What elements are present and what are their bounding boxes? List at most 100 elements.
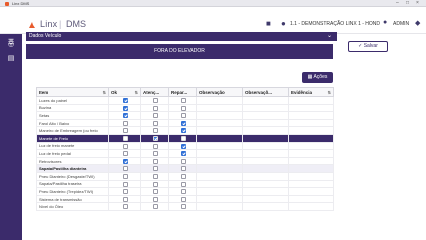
bell-icon[interactable]: ◆ xyxy=(415,19,420,27)
checkbox-ok[interactable] xyxy=(123,98,128,104)
chevron-down-icon[interactable]: ⌄ xyxy=(327,32,332,41)
checkbox-atencao[interactable] xyxy=(153,189,158,195)
cell-evidencia[interactable] xyxy=(288,104,334,113)
table-row[interactable]: Manete de Freio xyxy=(36,134,334,143)
table-row[interactable]: Sapata/Pastilha traseira xyxy=(36,180,334,189)
checkbox-reparo[interactable] xyxy=(181,135,186,141)
cell-observacao[interactable] xyxy=(196,187,243,196)
checkbox-atencao[interactable] xyxy=(153,158,158,164)
cell-observacao-2[interactable] xyxy=(242,187,289,196)
cell-observacao[interactable] xyxy=(196,104,243,113)
cell-evidencia[interactable] xyxy=(288,96,334,105)
checkbox-reparo[interactable] xyxy=(181,158,186,164)
checkbox-ok[interactable] xyxy=(123,181,128,187)
table-row[interactable]: Sapata/Pastilha dianteira xyxy=(36,164,334,173)
column-header-atencao[interactable]: Atenç... xyxy=(140,87,169,97)
table-row[interactable]: Buzina xyxy=(36,104,334,113)
checkbox-ok[interactable] xyxy=(123,120,128,126)
checkbox-ok[interactable] xyxy=(123,128,128,134)
table-row[interactable]: Retrovisores xyxy=(36,157,334,166)
cell-evidencia[interactable] xyxy=(288,134,334,143)
checkbox-atencao[interactable] xyxy=(153,105,158,111)
cell-observacao[interactable] xyxy=(196,142,243,151)
checkbox-atencao[interactable] xyxy=(153,128,158,134)
cell-observacao-2[interactable] xyxy=(242,202,289,211)
checkbox-atencao[interactable] xyxy=(153,151,158,157)
checkbox-atencao[interactable] xyxy=(153,181,158,187)
cell-observacao-2[interactable] xyxy=(242,164,289,173)
checkbox-ok[interactable] xyxy=(123,113,128,119)
cell-observacao-2[interactable] xyxy=(242,134,289,143)
cell-observacao[interactable] xyxy=(196,164,243,173)
checkbox-atencao[interactable] xyxy=(153,173,158,179)
cell-observacao-2[interactable] xyxy=(242,195,289,204)
table-row[interactable]: Luz de freio pedal xyxy=(36,149,334,158)
column-header-reparo[interactable]: Repar... xyxy=(168,87,197,97)
checkbox-reparo[interactable] xyxy=(181,105,186,111)
cell-observacao[interactable] xyxy=(196,134,243,143)
cell-evidencia[interactable] xyxy=(288,202,334,211)
checkbox-ok[interactable] xyxy=(123,166,128,172)
cell-observacao[interactable] xyxy=(196,111,243,120)
cell-observacao[interactable] xyxy=(196,202,243,211)
table-row[interactable]: Luz de freio manete xyxy=(36,142,334,151)
cell-evidencia[interactable] xyxy=(288,180,334,189)
cell-observacao-2[interactable] xyxy=(242,142,289,151)
checkbox-reparo[interactable] xyxy=(181,204,186,210)
user-name[interactable]: ADMIN xyxy=(393,21,409,27)
checkbox-ok[interactable] xyxy=(123,158,128,164)
save-button[interactable]: ✓ Salvar xyxy=(348,41,388,52)
cell-evidencia[interactable] xyxy=(288,126,334,135)
section-dados-veiculo[interactable]: Dados Veículo ⌄ xyxy=(26,32,337,41)
cell-observacao-2[interactable] xyxy=(242,119,289,128)
chat-icon[interactable]: ■ xyxy=(266,19,271,28)
checkbox-reparo[interactable] xyxy=(181,98,186,104)
table-row[interactable]: Farol Alto / Baixo xyxy=(36,119,334,128)
checkbox-ok[interactable] xyxy=(123,143,128,149)
checkbox-reparo[interactable] xyxy=(181,120,186,126)
table-row[interactable]: Maneiro de Embreagem (ou freio xyxy=(36,126,334,135)
cell-evidencia[interactable] xyxy=(288,172,334,181)
cell-observacao-2[interactable] xyxy=(242,157,289,166)
checkbox-reparo[interactable] xyxy=(181,173,186,179)
cell-observacao-2[interactable] xyxy=(242,96,289,105)
checkbox-atencao[interactable] xyxy=(153,204,158,210)
column-header-item[interactable]: Item ⇅ xyxy=(36,87,109,97)
minimize-icon[interactable]: – xyxy=(396,0,399,7)
checkbox-atencao[interactable] xyxy=(153,166,158,172)
checkbox-ok[interactable] xyxy=(123,196,128,202)
table-row[interactable]: Setas xyxy=(36,111,334,120)
cell-evidencia[interactable] xyxy=(288,187,334,196)
cell-observacao-2[interactable] xyxy=(242,149,289,158)
cell-observacao[interactable] xyxy=(196,149,243,158)
checkbox-ok[interactable] xyxy=(123,189,128,195)
location-selector[interactable]: 1.1 - DEMONSTRAÇÃO LINX 1 - HOND xyxy=(290,21,380,27)
checkbox-atencao[interactable] xyxy=(153,196,158,202)
compass-icon[interactable]: ◎ xyxy=(7,41,15,49)
table-row[interactable]: Nível do Óleo xyxy=(36,202,334,211)
column-header-observacao-2[interactable]: Observaçõ... xyxy=(242,87,289,97)
checkbox-reparo[interactable] xyxy=(181,166,186,172)
column-header-ok[interactable]: Ok ⇅ xyxy=(108,87,141,97)
column-header-observacao[interactable]: Observação xyxy=(196,87,243,97)
clipboard-icon[interactable]: ▤ xyxy=(7,55,15,63)
checkbox-reparo[interactable] xyxy=(181,181,186,187)
maximize-icon[interactable]: □ xyxy=(406,0,409,7)
checkbox-reparo[interactable] xyxy=(181,113,186,119)
checkbox-atencao[interactable] xyxy=(153,113,158,119)
cell-observacao[interactable] xyxy=(196,180,243,189)
cell-observacao[interactable] xyxy=(196,157,243,166)
checkbox-ok[interactable] xyxy=(123,204,128,210)
checkbox-reparo[interactable] xyxy=(181,143,186,149)
checkbox-reparo[interactable] xyxy=(181,151,186,157)
cell-observacao-2[interactable] xyxy=(242,104,289,113)
cell-observacao[interactable] xyxy=(196,119,243,128)
cell-observacao[interactable] xyxy=(196,96,243,105)
cell-evidencia[interactable] xyxy=(288,119,334,128)
cell-observacao-2[interactable] xyxy=(242,111,289,120)
checkbox-atencao[interactable] xyxy=(153,120,158,126)
checkbox-ok[interactable] xyxy=(123,135,128,141)
column-header-evidencia[interactable]: Evidência ⇅ xyxy=(288,87,334,97)
table-row[interactable]: Pneu Dianteiro (Trepidez/TWI) xyxy=(36,187,334,196)
actions-button[interactable]: ▦ Ações xyxy=(302,72,333,83)
